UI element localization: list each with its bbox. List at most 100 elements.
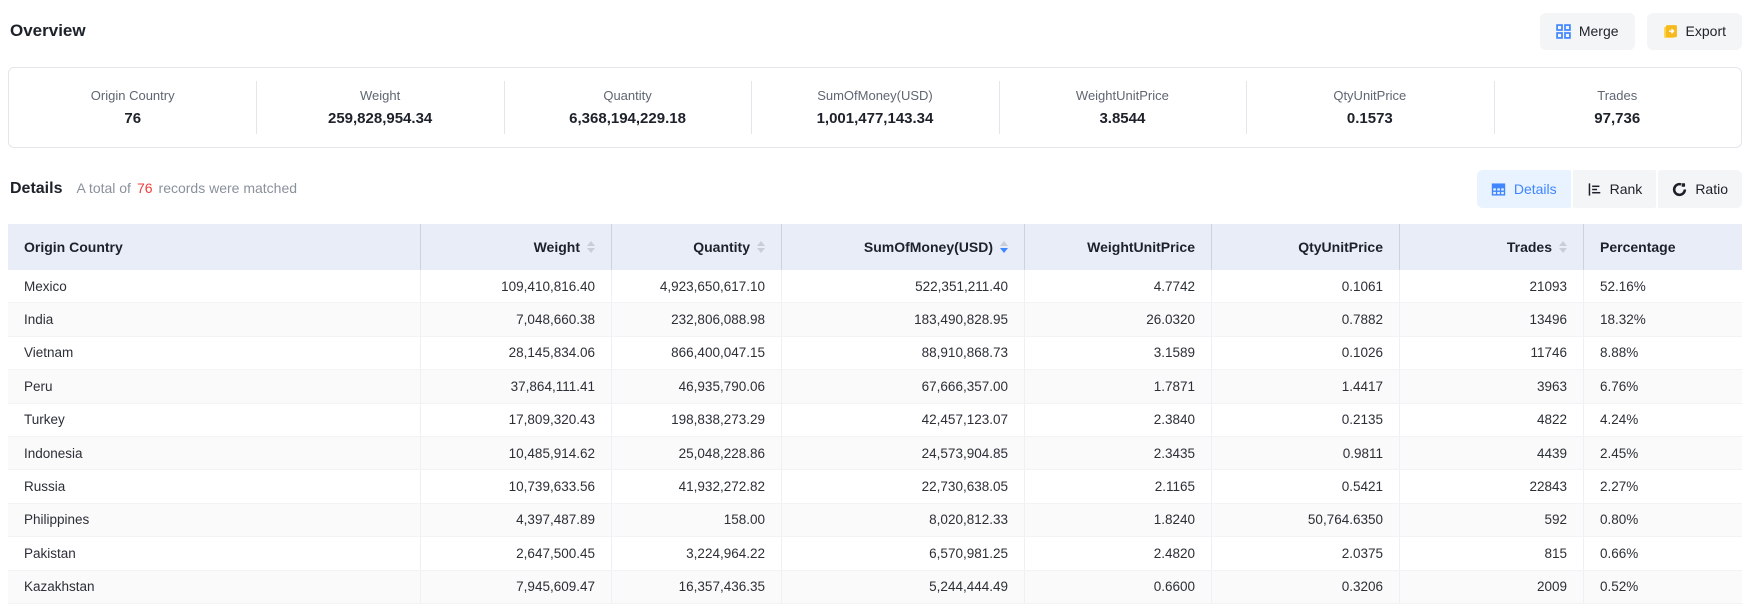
table-cell: 4822	[1400, 404, 1584, 436]
topbar: Overview Merge	[8, 12, 1742, 50]
stat-quantity: Quantity 6,368,194,229.18	[504, 68, 751, 147]
table-row[interactable]: Russia10,739,633.5641,932,272.8222,730,6…	[8, 470, 1742, 503]
table-row[interactable]: Turkey17,809,320.43198,838,273.2942,457,…	[8, 404, 1742, 437]
table-row[interactable]: Philippines4,397,487.89158.008,020,812.3…	[8, 504, 1742, 537]
table-cell: Russia	[8, 470, 421, 502]
stat-value: 0.1573	[1347, 110, 1393, 127]
table-cell: 2.4820	[1025, 537, 1212, 569]
column-header-sum-of-money[interactable]: SumOfMoney(USD)	[782, 224, 1025, 270]
stat-weight-unit-price: WeightUnitPrice 3.8544	[999, 68, 1246, 147]
table-cell: 0.6600	[1025, 571, 1212, 603]
stat-value: 3.8544	[1099, 110, 1145, 127]
merge-button[interactable]: Merge	[1540, 13, 1635, 50]
match-suffix: records were matched	[159, 180, 298, 196]
stat-value: 76	[124, 110, 141, 127]
stat-label: WeightUnitPrice	[1076, 88, 1169, 103]
table-cell: 183,490,828.95	[782, 303, 1025, 335]
match-count: 76	[137, 180, 153, 196]
table-cell: 0.1026	[1212, 337, 1400, 369]
details-table: Origin Country Weight Quantity SumOfMone…	[8, 224, 1742, 604]
column-label: Origin Country	[24, 239, 123, 255]
table-cell: 5,244,444.49	[782, 571, 1025, 603]
table-cell: 0.3206	[1212, 571, 1400, 603]
export-button[interactable]: Export	[1647, 13, 1742, 50]
table-cell: 3963	[1400, 370, 1584, 402]
table-cell: 232,806,088.98	[612, 303, 782, 335]
table-cell: 7,048,660.38	[421, 303, 612, 335]
table-header: Origin Country Weight Quantity SumOfMone…	[8, 224, 1742, 270]
tab-details[interactable]: Details	[1477, 170, 1571, 208]
table-icon	[1491, 182, 1506, 197]
table-cell: 0.2135	[1212, 404, 1400, 436]
table-cell: 10,739,633.56	[421, 470, 612, 502]
table-row[interactable]: Vietnam28,145,834.06866,400,047.1588,910…	[8, 337, 1742, 370]
table-cell: 22843	[1400, 470, 1584, 502]
stat-label: Trades	[1597, 88, 1637, 103]
column-label: Trades	[1507, 239, 1552, 255]
table-cell: 592	[1400, 504, 1584, 536]
table-cell: 1.7871	[1025, 370, 1212, 402]
table-cell: 7,945,609.47	[421, 571, 612, 603]
sort-desc-icon	[1000, 241, 1008, 253]
table-cell: Philippines	[8, 504, 421, 536]
table-row[interactable]: Mexico109,410,816.404,923,650,617.10522,…	[8, 270, 1742, 303]
table-cell: 28,145,834.06	[421, 337, 612, 369]
stat-label: SumOfMoney(USD)	[817, 88, 933, 103]
table-cell: 10,485,914.62	[421, 437, 612, 469]
table-cell: 2,647,500.45	[421, 537, 612, 569]
stat-value: 6,368,194,229.18	[569, 110, 686, 127]
export-button-label: Export	[1686, 23, 1726, 39]
table-cell: 109,410,816.40	[421, 270, 612, 302]
match-summary: A total of76records were matched	[76, 180, 297, 196]
rank-icon	[1587, 182, 1602, 197]
table-cell: 4,397,487.89	[421, 504, 612, 536]
table-cell: 52.16%	[1584, 270, 1742, 302]
table-row[interactable]: Peru37,864,111.4146,935,790.0667,666,357…	[8, 370, 1742, 403]
column-label: Percentage	[1600, 239, 1675, 255]
table-cell: 4439	[1400, 437, 1584, 469]
table-cell: Indonesia	[8, 437, 421, 469]
table-cell: 18.32%	[1584, 303, 1742, 335]
table-cell: 4.24%	[1584, 404, 1742, 436]
table-cell: 17,809,320.43	[421, 404, 612, 436]
table-row[interactable]: Pakistan2,647,500.453,224,964.226,570,98…	[8, 537, 1742, 570]
table-cell: 815	[1400, 537, 1584, 569]
table-cell: 42,457,123.07	[782, 404, 1025, 436]
stat-weight: Weight 259,828,954.34	[256, 68, 503, 147]
column-header-trades[interactable]: Trades	[1400, 224, 1584, 270]
table-cell: 0.52%	[1584, 571, 1742, 603]
table-cell: 37,864,111.41	[421, 370, 612, 402]
column-label: SumOfMoney(USD)	[864, 239, 993, 255]
sort-icon	[587, 241, 595, 253]
table-body: Mexico109,410,816.404,923,650,617.10522,…	[8, 270, 1742, 604]
table-cell: Mexico	[8, 270, 421, 302]
table-cell: 13496	[1400, 303, 1584, 335]
tab-ratio[interactable]: Ratio	[1658, 170, 1742, 208]
stat-qty-unit-price: QtyUnitPrice 0.1573	[1246, 68, 1493, 147]
table-cell: 0.66%	[1584, 537, 1742, 569]
tab-details-label: Details	[1514, 181, 1557, 197]
table-cell: 3.1589	[1025, 337, 1212, 369]
tab-rank-label: Rank	[1610, 181, 1643, 197]
table-row[interactable]: Indonesia10,485,914.6225,048,228.8624,57…	[8, 437, 1742, 470]
merge-button-label: Merge	[1579, 23, 1619, 39]
table-cell: 2.3840	[1025, 404, 1212, 436]
details-header: Details A total of76records were matched	[8, 170, 1742, 208]
details-title: Details	[10, 180, 62, 198]
column-header-quantity[interactable]: Quantity	[612, 224, 782, 270]
column-header-weight[interactable]: Weight	[421, 224, 612, 270]
table-row[interactable]: Kazakhstan7,945,609.4716,357,436.355,244…	[8, 571, 1742, 604]
table-cell: 50,764.6350	[1212, 504, 1400, 536]
tab-rank[interactable]: Rank	[1573, 170, 1657, 208]
table-row[interactable]: India7,048,660.38232,806,088.98183,490,8…	[8, 303, 1742, 336]
table-cell: 0.7882	[1212, 303, 1400, 335]
table-cell: 2009	[1400, 571, 1584, 603]
column-header-percentage: Percentage	[1584, 224, 1742, 270]
table-cell: 3,224,964.22	[612, 537, 782, 569]
table-cell: 8.88%	[1584, 337, 1742, 369]
column-header-weight-unit-price: WeightUnitPrice	[1025, 224, 1212, 270]
table-cell: 2.45%	[1584, 437, 1742, 469]
column-label: Weight	[534, 239, 580, 255]
stat-value: 97,736	[1594, 110, 1640, 127]
table-cell: 88,910,868.73	[782, 337, 1025, 369]
